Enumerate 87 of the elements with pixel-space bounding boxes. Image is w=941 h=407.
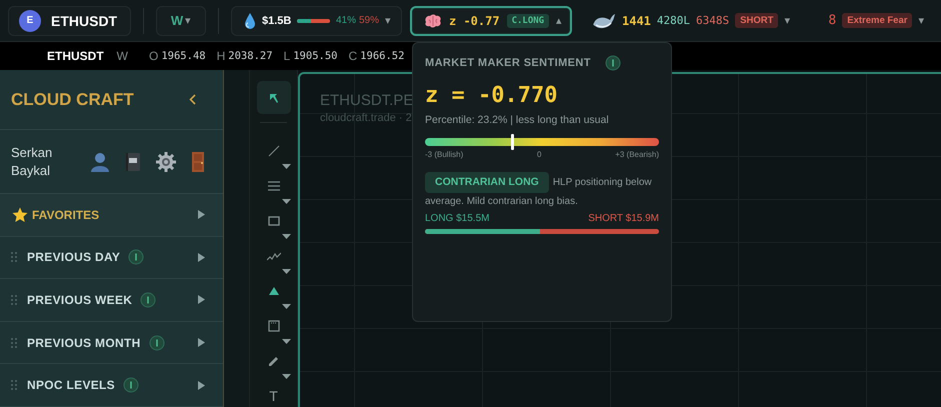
scale-label: +3 (Bearish) [615,150,659,159]
expand-arrow-icon [198,295,205,304]
user-name: Serkan [11,145,52,160]
expand-arrow-icon [198,252,205,262]
info-icon[interactable] [128,249,144,266]
sidebar-section[interactable]: PREVIOUS WEEK [0,279,223,322]
short-percent: 59% [358,15,379,26]
horizontal-lines-icon [268,181,280,191]
cursor-icon [268,92,278,102]
liquidity-bar [297,18,330,22]
price-key: O [149,49,158,63]
signal-description: HLP positioning below [552,177,652,188]
long-percent: 41% [336,15,356,26]
sentiment-dropdown[interactable]: z -0.77 C.LONG ▴ [410,6,572,36]
price-value: 2038.27 [228,50,273,62]
triangle-icon [268,287,278,295]
notebook-icon[interactable] [125,152,141,172]
dropdown-caret-icon[interactable] [282,199,291,204]
popup-title: MARKET MAKER SENTIMENT [425,57,591,69]
price-key: C [348,49,358,63]
sidebar-section[interactable]: PREVIOUS MONTH [0,322,223,364]
short-value: SHORT $15.9M [588,213,659,224]
timeframe-dropdown[interactable]: W▾ [156,6,206,36]
frame-icon [268,320,280,332]
tool-button[interactable] [256,81,290,114]
dropdown-caret-icon[interactable] [282,164,291,169]
user-name: Baykal [11,163,52,178]
percentile-text: Percentile: 23.2% | less long than usual [425,114,610,126]
symbol-selector[interactable]: E ETHUSDT [8,6,131,36]
fear-greed-dropdown[interactable]: 8 Extreme Fear ▾ [824,13,928,28]
info-icon[interactable] [140,292,156,308]
drag-handle-icon[interactable] [11,294,17,305]
dropdown-caret-icon[interactable] [282,269,291,274]
price-value: 1905.50 [293,50,338,62]
symbol-label: ETHUSDT [47,49,104,63]
pencil-icon [268,356,279,366]
signal-description: average. Mild contrarian long bias. [425,195,579,209]
info-icon[interactable] [122,377,139,394]
sidebar-section[interactable]: PREVIOUS DAY [0,236,223,280]
dropdown-caret-icon[interactable] [282,234,291,239]
drag-handle-icon[interactable] [11,252,17,262]
gear-icon[interactable] [156,152,176,172]
price-value: 1966.52 [360,50,404,62]
chart-subtitle: cloudcraft.trade · 2 [320,112,412,124]
whale-dropdown[interactable]: 1441 4280L 6348S SHORT ▾ [588,10,794,30]
scale-label: 0 [536,150,542,159]
timeframe-label: W [116,49,128,63]
dropdown-caret-icon[interactable] [282,304,291,309]
person-icon[interactable] [90,152,110,172]
price-value: 1965.48 [161,50,206,62]
signal-tag: C.LONG [506,14,550,28]
zigzag-line-icon [266,252,280,260]
brand-title: CLOUD CRAFT [11,90,134,110]
signal-badge: CONTRARIAN LONG [425,172,549,193]
tool-button[interactable]: T [256,385,290,407]
coin-badge: E [19,10,41,32]
drag-handle-icon[interactable] [11,380,17,390]
dropdown-caret-icon[interactable] [282,339,291,344]
collapse-icon[interactable] [189,94,196,106]
caret-icon: ▾ [385,14,391,27]
sidebar-section[interactable]: NPOC LEVELS [0,364,223,407]
caret-icon: ▴ [556,14,562,27]
drag-handle-icon[interactable] [11,338,17,348]
rectangle-icon [268,216,280,226]
info-icon[interactable] [604,55,621,71]
bias-tag: SHORT [735,13,778,28]
expand-arrow-icon [198,338,205,348]
liquidity-dropdown[interactable]: $1.5B 41% 59% ▾ [231,6,402,36]
line-tool-icon [268,145,280,157]
expand-arrow-icon [198,380,205,390]
price-key: L [284,49,290,63]
scale-label: -3 (Bullish) [425,150,464,159]
dropdown-caret-icon[interactable] [282,374,291,379]
price-key: H [216,49,226,63]
sidebar-section[interactable]: FAVORITES [0,194,223,237]
liquidity-amount: $1.5B [262,14,292,26]
brain-icon [424,14,442,28]
caret-icon: ▾ [784,14,790,27]
star-icon [12,206,28,223]
long-value: LONG $15.5M [425,213,490,224]
droplet-icon [244,12,256,30]
chart-title: ETHUSDT.PE [320,92,414,109]
z-score: z = -0.770 [425,83,558,108]
expand-arrow-icon [198,210,205,220]
info-icon[interactable] [148,334,165,351]
sentiment-tag: Extreme Fear [842,13,912,28]
caret-icon: ▾ [918,14,924,27]
